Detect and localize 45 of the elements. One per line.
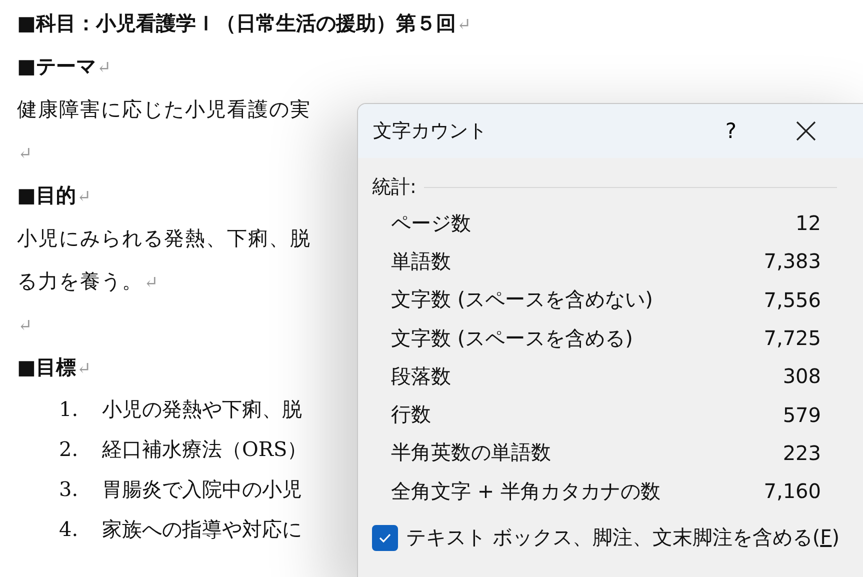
stat-value: 7,725 <box>764 326 821 350</box>
list-number: 2. <box>59 436 80 463</box>
paragraph-mark: ↵ <box>18 316 32 336</box>
list-item-text: 小児の発熱や下痢、脱 <box>102 397 302 421</box>
list-item-text: 胃腸炎で入院中の小児 <box>102 477 302 501</box>
paragraph-mark: ↵ <box>96 58 112 78</box>
section-label: 統計: <box>372 175 416 200</box>
stat-value: 579 <box>782 402 821 427</box>
stat-label: 単語数 <box>391 248 451 275</box>
list-item-text: 経口補水療法（ORS） <box>102 437 308 461</box>
list-number: 4. <box>59 516 80 543</box>
dialog-title: 文字カウント <box>373 119 488 144</box>
list-number: 3. <box>59 476 80 503</box>
paragraph-mark: ↵ <box>18 144 32 164</box>
stat-label: 文字数 (スペースを含める) <box>391 324 633 352</box>
list-number: 1. <box>59 396 80 423</box>
stat-label: ページ数 <box>391 210 471 237</box>
heading: ■目的 <box>17 183 76 207</box>
checkbox[interactable] <box>372 524 398 551</box>
stat-label: 段落数 <box>391 362 451 390</box>
close-icon <box>795 120 817 142</box>
paragraph-mark: ↵ <box>76 187 92 207</box>
check-icon <box>378 532 392 544</box>
stat-value: 223 <box>782 440 821 465</box>
stat-value: 12 <box>796 211 821 236</box>
paragraph-text: 小児にみられる発熱、下痢、脱 <box>17 226 311 250</box>
heading: ■テーマ <box>17 54 96 78</box>
stat-value: 7,383 <box>764 249 821 274</box>
paragraph-mark: ↵ <box>144 273 158 293</box>
stat-label: 半角英数の単語数 <box>391 439 551 466</box>
paragraph-text: る力を養う。 <box>17 269 143 293</box>
stat-label: 全角文字 + 半角カタカナの数 <box>391 478 660 505</box>
list-item-text: 家族への指導や対応に <box>102 517 302 541</box>
stat-value: 7,160 <box>764 479 821 504</box>
checkbox-label[interactable]: テキスト ボックス、脚注、文末脚注を含める(F) <box>406 524 840 552</box>
stat-label: 行数 <box>391 401 431 428</box>
help-button[interactable]: ? <box>711 118 751 144</box>
paragraph-text: 健康障害に応じた小児看護の実 <box>17 97 311 121</box>
stat-value: 308 <box>782 364 821 388</box>
paragraph-mark: ↵ <box>76 359 92 379</box>
paragraph-mark: ↵ <box>456 15 472 35</box>
heading: ■科目：小児看護学Ｉ（日常生活の援助）第５回 <box>17 11 456 35</box>
heading: ■目標 <box>17 355 76 379</box>
stat-label: 文字数 (スペースを含めない) <box>391 286 653 314</box>
stat-value: 7,556 <box>764 288 821 312</box>
